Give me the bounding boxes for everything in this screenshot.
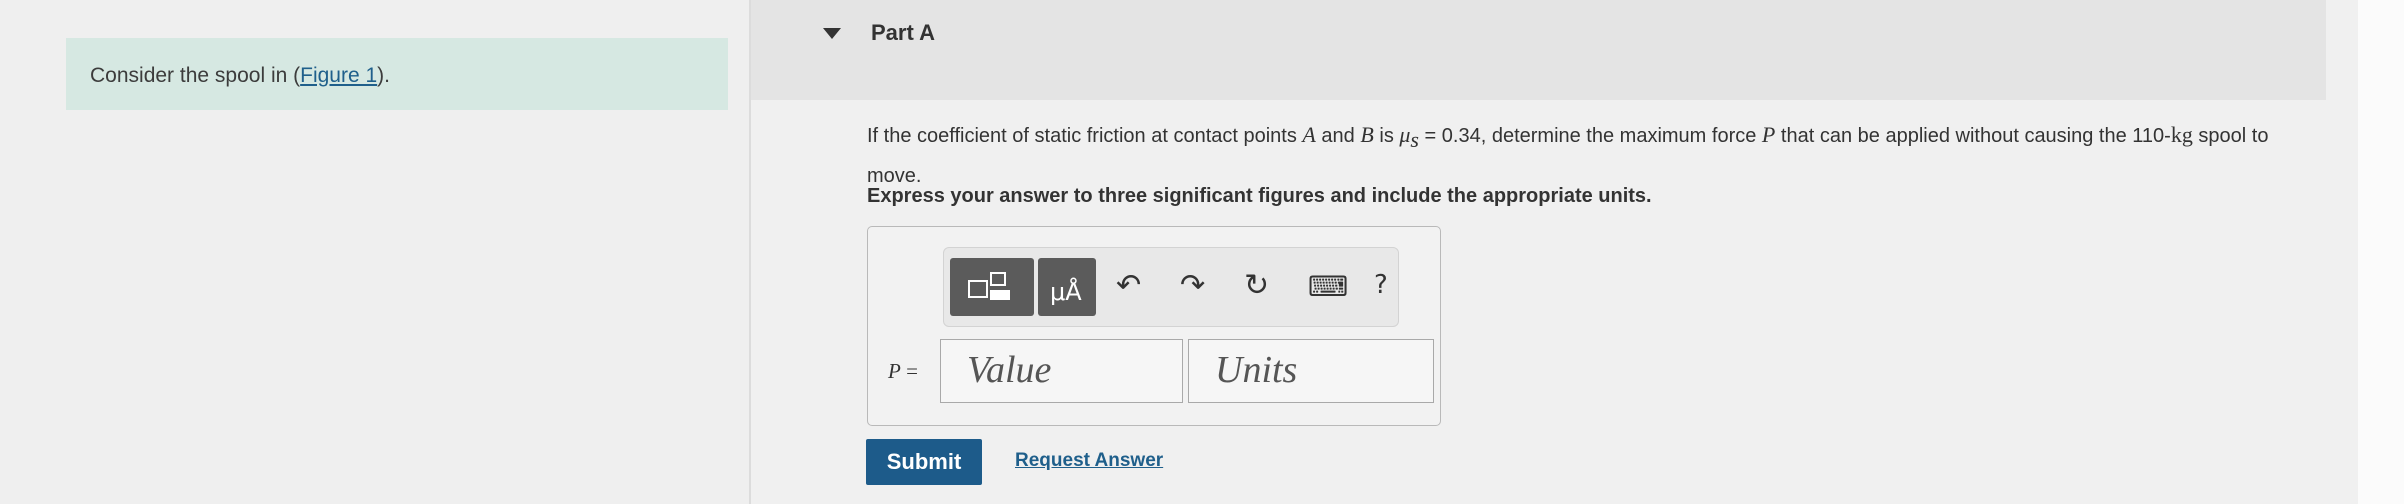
answer-variable-label: P = <box>888 359 918 384</box>
equals-sign: = <box>900 359 918 383</box>
unit-kg: kg <box>2170 122 2193 147</box>
units-icon[interactable]: μÅ <box>1038 258 1096 316</box>
variable-p: P <box>1761 122 1776 147</box>
part-header[interactable]: Part A <box>751 0 2326 100</box>
value-input[interactable]: Value <box>940 339 1183 403</box>
units-input[interactable]: Units <box>1188 339 1434 403</box>
prompt-suffix: ). <box>377 64 390 87</box>
answer-box: μÅ ↶ ↷ ↻ ⌨ ? P = Value Units <box>867 226 1441 426</box>
question-segment: If the coefficient of static friction at… <box>867 125 1303 147</box>
redo-icon[interactable]: ↷ <box>1180 268 1205 303</box>
request-answer-link[interactable]: Request Answer <box>1015 450 1163 472</box>
question-segment: = 0.34, determine the maximum force <box>1418 125 1762 147</box>
reset-icon[interactable]: ↻ <box>1244 268 1269 303</box>
question-segment: that can be applied without causing the … <box>1775 125 2171 147</box>
math-toolbar: μÅ ↶ ↷ ↻ ⌨ ? <box>943 247 1399 327</box>
variable-mu-subscript: s <box>1410 127 1419 152</box>
variable-b: B <box>1360 122 1374 147</box>
variable-mu: μ <box>1399 122 1411 147</box>
figure-link[interactable]: Figure 1 <box>300 64 377 87</box>
units-glyph: μÅ <box>1050 278 1082 306</box>
template-square-icon <box>990 290 1010 300</box>
collapse-caret-icon[interactable] <box>823 28 841 39</box>
question-text: If the coefficient of static friction at… <box>867 118 2327 193</box>
keyboard-icon[interactable]: ⌨ <box>1308 270 1348 303</box>
left-pane: Consider the spool in (Figure 1). <box>0 0 749 504</box>
instruction-text: Express your answer to three significant… <box>867 185 1652 207</box>
template-square-icon <box>990 272 1006 286</box>
right-pane: Part A If the coefficient of static fric… <box>751 0 2358 504</box>
variable-a: A <box>1302 122 1316 147</box>
problem-prompt: Consider the spool in (Figure 1). <box>66 38 728 110</box>
prompt-prefix: Consider the spool in ( <box>90 64 301 87</box>
answer-variable: P <box>888 359 901 383</box>
question-segment: is <box>1373 125 1400 147</box>
question-segment: and <box>1315 125 1361 147</box>
undo-icon[interactable]: ↶ <box>1116 268 1141 303</box>
template-square-icon <box>968 280 988 298</box>
part-title: Part A <box>871 20 935 45</box>
help-icon[interactable]: ? <box>1374 270 1388 300</box>
templates-icon[interactable] <box>950 258 1034 316</box>
right-edge-strip <box>2358 0 2404 504</box>
submit-button[interactable]: Submit <box>866 439 982 485</box>
